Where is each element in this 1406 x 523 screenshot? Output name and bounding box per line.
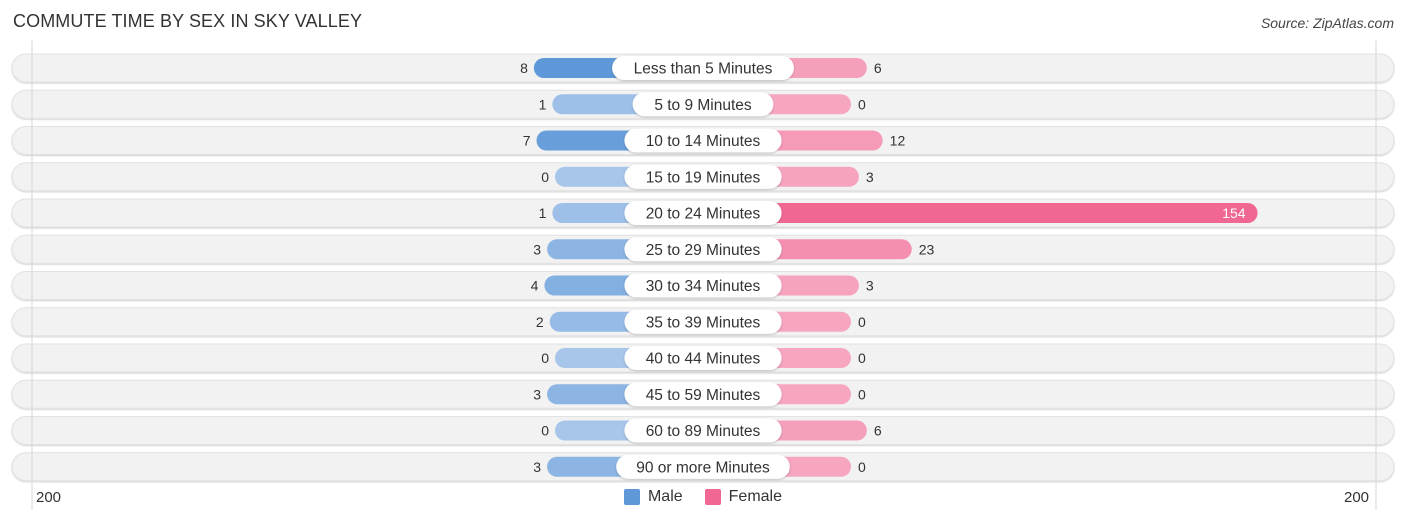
legend-label-female: Female <box>728 488 783 505</box>
value-label-female: 3 <box>866 169 874 185</box>
value-label-male: 8 <box>520 60 528 76</box>
category-row: 25 to 29 Minutes 3 23 <box>533 237 935 262</box>
bar-female[interactable] <box>703 203 1258 223</box>
category-label: 25 to 29 Minutes <box>646 242 761 259</box>
legend-swatch-female <box>704 489 721 505</box>
category-row: 20 to 24 Minutes 1 154 <box>539 201 1258 225</box>
category-label: 5 to 9 Minutes <box>654 97 752 114</box>
value-label-female: 6 <box>874 60 882 76</box>
legend-swatch-male <box>623 489 640 505</box>
category-label: 90 or more Minutes <box>636 459 770 476</box>
category-row: 40 to 44 Minutes 0 0 <box>541 346 866 370</box>
legend-label-male: Male <box>647 488 683 505</box>
value-label-male: 0 <box>541 350 549 366</box>
value-label-female: 12 <box>890 133 906 149</box>
category-row: 35 to 39 Minutes 2 0 <box>536 309 866 334</box>
value-label-female: 154 <box>1222 205 1246 221</box>
value-label-female: 0 <box>858 96 866 112</box>
value-label-male: 3 <box>533 386 541 402</box>
value-label-male: 2 <box>536 314 544 330</box>
category-label: 60 to 89 Minutes <box>646 423 761 440</box>
category-row: 5 to 9 Minutes 1 0 <box>539 92 866 117</box>
value-label-female: 6 <box>874 423 882 439</box>
legend-item-female[interactable]: Female <box>704 488 783 506</box>
value-label-male: 3 <box>533 241 541 257</box>
category-label: 35 to 39 Minutes <box>646 314 761 331</box>
category-row: 10 to 14 Minutes 7 12 <box>523 128 906 153</box>
value-label-female: 3 <box>866 278 874 294</box>
category-row: 30 to 34 Minutes 4 3 <box>531 273 874 298</box>
category-row: 45 to 59 Minutes 3 0 <box>533 382 866 407</box>
category-label: 30 to 34 Minutes <box>646 278 761 295</box>
legend: Male Female <box>0 488 1406 506</box>
chart-canvas: Less than 5 Minutes 8 6 5 to 9 Minutes 1 0 10 … <box>11 40 1395 510</box>
category-label: 40 to 44 Minutes <box>646 351 761 368</box>
category-row: 15 to 19 Minutes 0 3 <box>541 164 874 189</box>
value-label-male: 4 <box>531 278 539 294</box>
value-label-male: 1 <box>539 205 547 221</box>
category-label: 10 to 14 Minutes <box>646 133 761 150</box>
category-row: 90 or more Minutes 3 0 <box>533 454 866 479</box>
value-label-female: 0 <box>858 314 866 330</box>
value-label-male: 3 <box>533 459 541 475</box>
value-label-female: 0 <box>858 350 866 366</box>
legend-item-male[interactable]: Male <box>623 488 683 506</box>
category-row: 60 to 89 Minutes 0 6 <box>541 418 882 443</box>
category-label: Less than 5 Minutes <box>634 61 773 78</box>
value-label-female: 0 <box>858 386 866 402</box>
value-label-female: 0 <box>858 459 866 475</box>
value-label-male: 1 <box>539 96 547 112</box>
value-label-female: 23 <box>919 241 935 257</box>
category-label: 20 to 24 Minutes <box>646 206 761 223</box>
value-label-male: 0 <box>541 423 549 439</box>
category-label: 15 to 19 Minutes <box>646 169 761 186</box>
category-label: 45 to 59 Minutes <box>646 387 761 404</box>
value-label-male: 7 <box>523 133 531 149</box>
category-row: Less than 5 Minutes 8 6 <box>520 56 882 80</box>
value-label-male: 0 <box>541 169 549 185</box>
